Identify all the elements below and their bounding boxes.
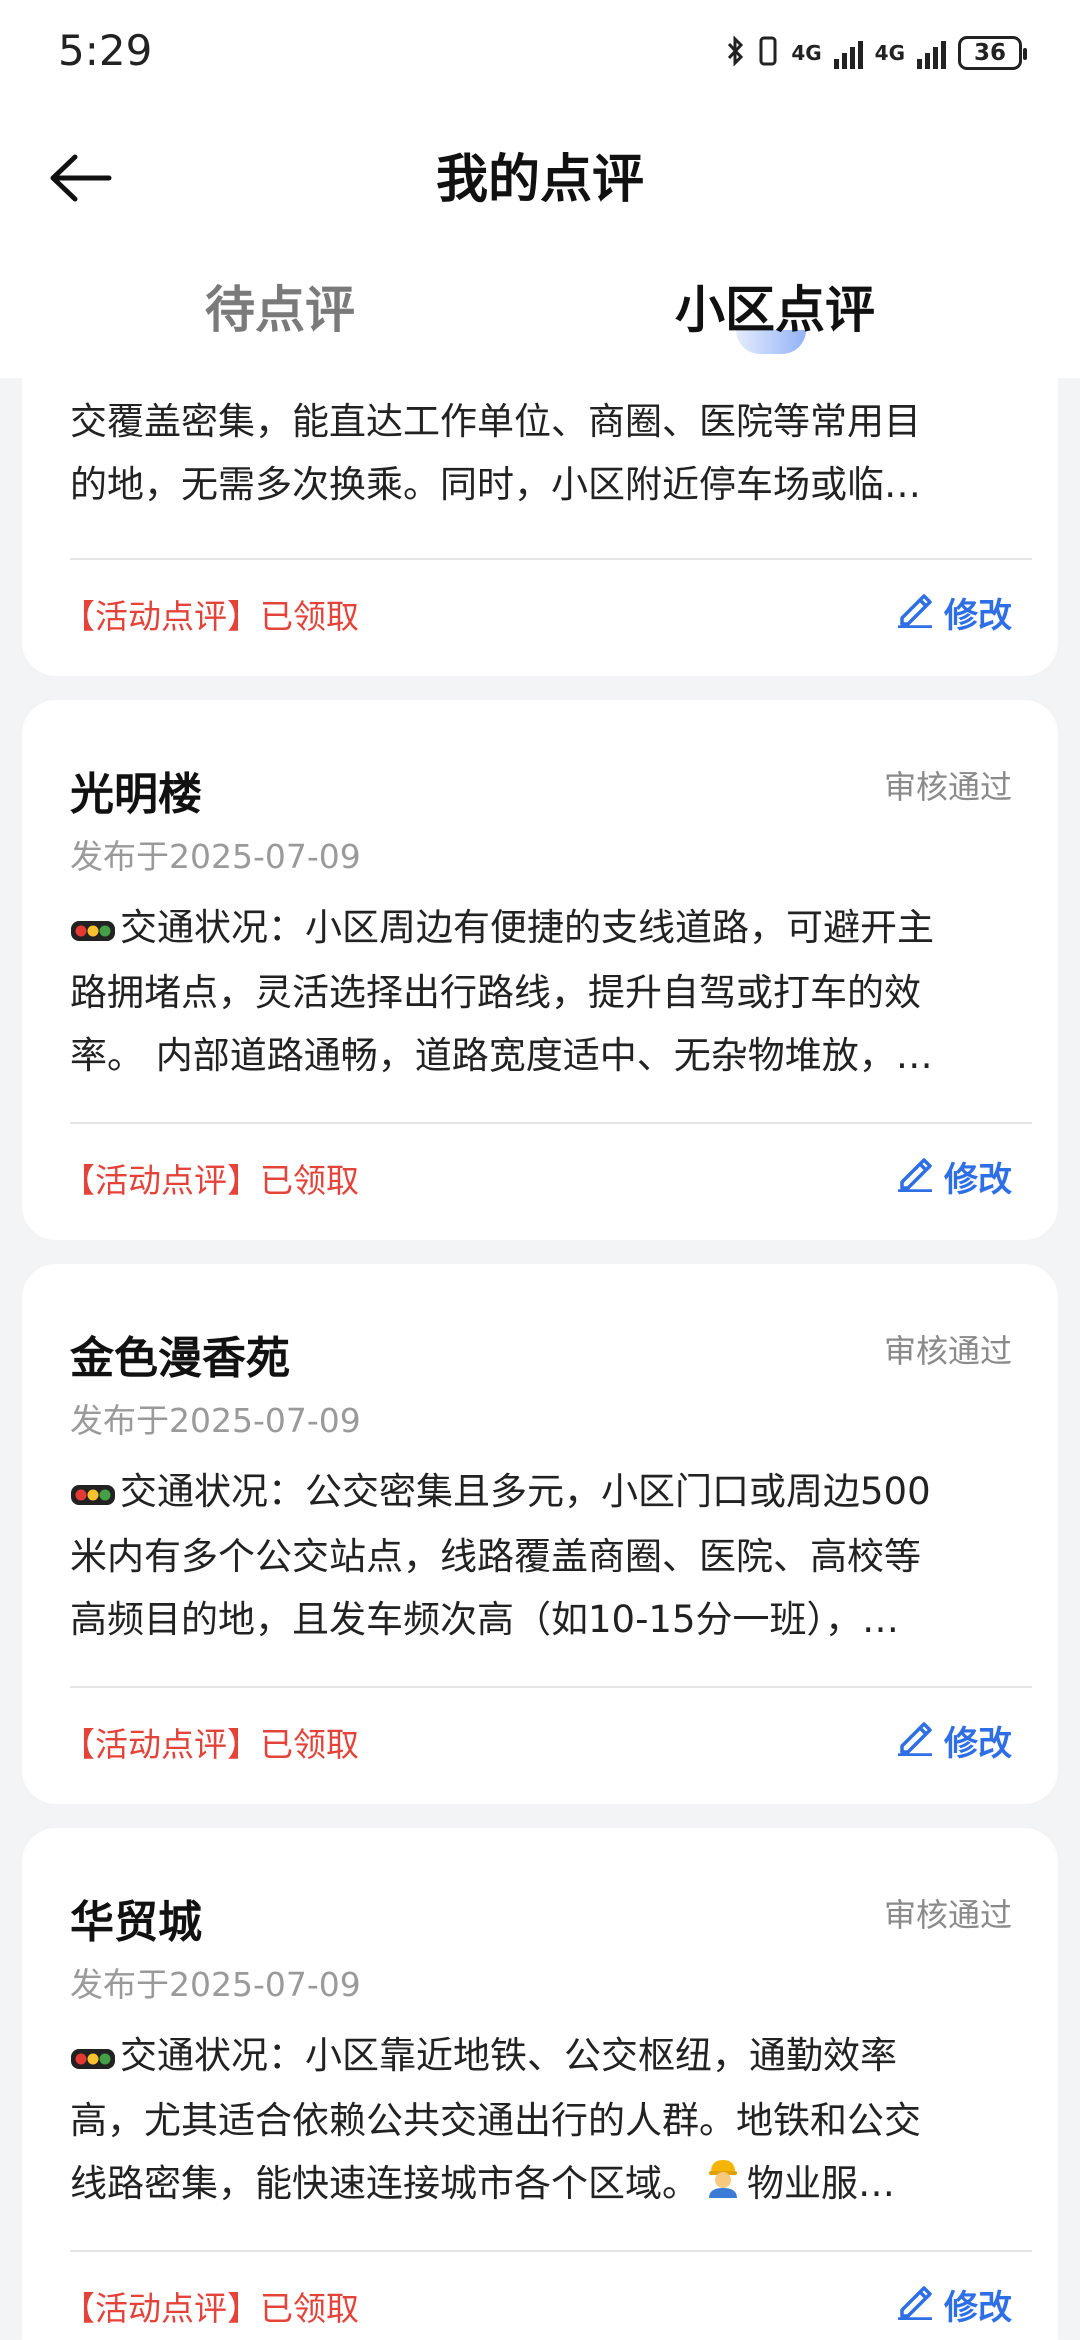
review-line: 交通状况：公交密集且多元，小区门口或周边500 (120, 1470, 931, 1513)
publish-date: 发布于2025-07-09 (70, 1401, 361, 1440)
activity-label: 【活动点评】已领取 (62, 1161, 359, 1200)
review-line: 率。 内部道路通畅，道路宽度适中、无杂物堆放，… (70, 1034, 933, 1077)
signal-icon (833, 37, 863, 69)
tab-community-review[interactable]: 小区点评 (505, 278, 1045, 342)
pencil-icon (896, 1152, 934, 1201)
signal-icon (917, 37, 946, 69)
edit-label: 修改 (944, 1160, 1012, 1200)
review-line: 交通状况：小区靠近地铁、公交枢纽，通勤效率 (120, 2034, 897, 2077)
review-line: 米内有多个公交站点，线路覆盖商圈、医院、高校等 (70, 1535, 921, 1578)
divider (70, 558, 1032, 560)
clock: 5:29 (58, 26, 153, 75)
pencil-icon (896, 588, 934, 637)
battery-icon: 36 (958, 36, 1027, 70)
bluetooth-icon (725, 35, 745, 71)
review-line: 交覆盖密集，能直达工作单位、商圈、医院等常用目 (70, 400, 921, 443)
divider (70, 1686, 1032, 1688)
edit-button[interactable]: 修改 (896, 588, 1012, 637)
status-badge: 审核通过 (883, 1332, 1012, 1370)
review-line: 物业服… (747, 2162, 895, 2205)
header-area: 5:29 4G 4G 36 我的点评 待点评 小区点评 (0, 0, 1080, 378)
edit-label: 修改 (944, 2288, 1012, 2328)
review-card[interactable]: 金色漫香苑 审核通过 发布于2025-07-09 交通状况：公交密集且多元，小区… (22, 1264, 1058, 1804)
publish-date: 发布于2025-07-09 (70, 837, 361, 876)
review-line: 高，尤其适合依赖公共交通出行的人群。地铁和公交 (70, 2099, 921, 2142)
review-text: 交通状况：公交密集且多元，小区门口或周边500 米内有多个公交站点，线路覆盖商圈… (70, 1460, 1030, 1651)
review-line: 线路密集，能快速连接城市各个区域。 (70, 2162, 699, 2205)
review-text: 交覆盖密集，能直达工作单位、商圈、医院等常用目 的地，无需多次换乘。同时，小区附… (70, 390, 1030, 516)
page-title: 我的点评 (435, 150, 644, 210)
review-card[interactable]: 华贸城 审核通过 发布于2025-07-09 交通状况：小区靠近地铁、公交枢纽，… (22, 1828, 1058, 2340)
review-text: 交通状况：小区靠近地铁、公交枢纽，通勤效率 高，尤其适合依赖公共交通出行的人群。… (70, 2024, 1030, 2217)
activity-label: 【活动点评】已领取 (62, 597, 359, 636)
review-line: 路拥堵点，灵活选择出行路线，提升自驾或打车的效 (70, 971, 921, 1014)
network-label: 4G (791, 41, 822, 65)
review-line: 交通状况：小区周边有便捷的支线道路，可避开主 (120, 906, 934, 949)
edit-button[interactable]: 修改 (896, 1716, 1012, 1765)
network-label: 4G (874, 41, 905, 65)
review-card[interactable]: 光明楼 审核通过 发布于2025-07-09 交通状况：小区周边有便捷的支线道路… (22, 700, 1058, 1240)
status-bar: 5:29 4G 4G 36 (0, 0, 1080, 110)
vibrate-icon (757, 35, 779, 71)
community-name: 光明楼 (70, 769, 202, 820)
pencil-icon (896, 2280, 934, 2329)
tab-pending-review[interactable]: 待点评 (10, 278, 550, 342)
review-line: 高频目的地，且发车频次高（如10-15分一班），… (70, 1598, 900, 1641)
status-badge: 审核通过 (883, 1896, 1012, 1934)
edit-button[interactable]: 修改 (896, 2280, 1012, 2329)
activity-label: 【活动点评】已领取 (62, 2289, 359, 2328)
review-text: 交通状况：小区周边有便捷的支线道路，可避开主 路拥堵点，灵活选择出行路线，提升自… (70, 896, 1030, 1087)
activity-label: 【活动点评】已领取 (62, 1725, 359, 1764)
community-name: 华贸城 (70, 1897, 202, 1948)
divider (70, 1122, 1032, 1124)
edit-label: 修改 (944, 1724, 1012, 1764)
traffic-light-icon (70, 2026, 116, 2089)
edit-label: 修改 (944, 596, 1012, 636)
publish-date: 发布于2025-07-09 (70, 1965, 361, 2004)
community-name: 金色漫香苑 (70, 1333, 290, 1384)
edit-button[interactable]: 修改 (896, 1152, 1012, 1201)
traffic-light-icon (70, 1462, 116, 1525)
status-badge: 审核通过 (883, 768, 1012, 806)
review-line: 的地，无需多次换乘。同时，小区附近停车场或临… (70, 463, 921, 506)
status-icons: 4G 4G 36 (725, 30, 1027, 76)
traffic-light-icon (70, 898, 116, 961)
worker-emoji-icon (703, 2154, 743, 2217)
pencil-icon (896, 1716, 934, 1765)
divider (70, 2250, 1032, 2252)
